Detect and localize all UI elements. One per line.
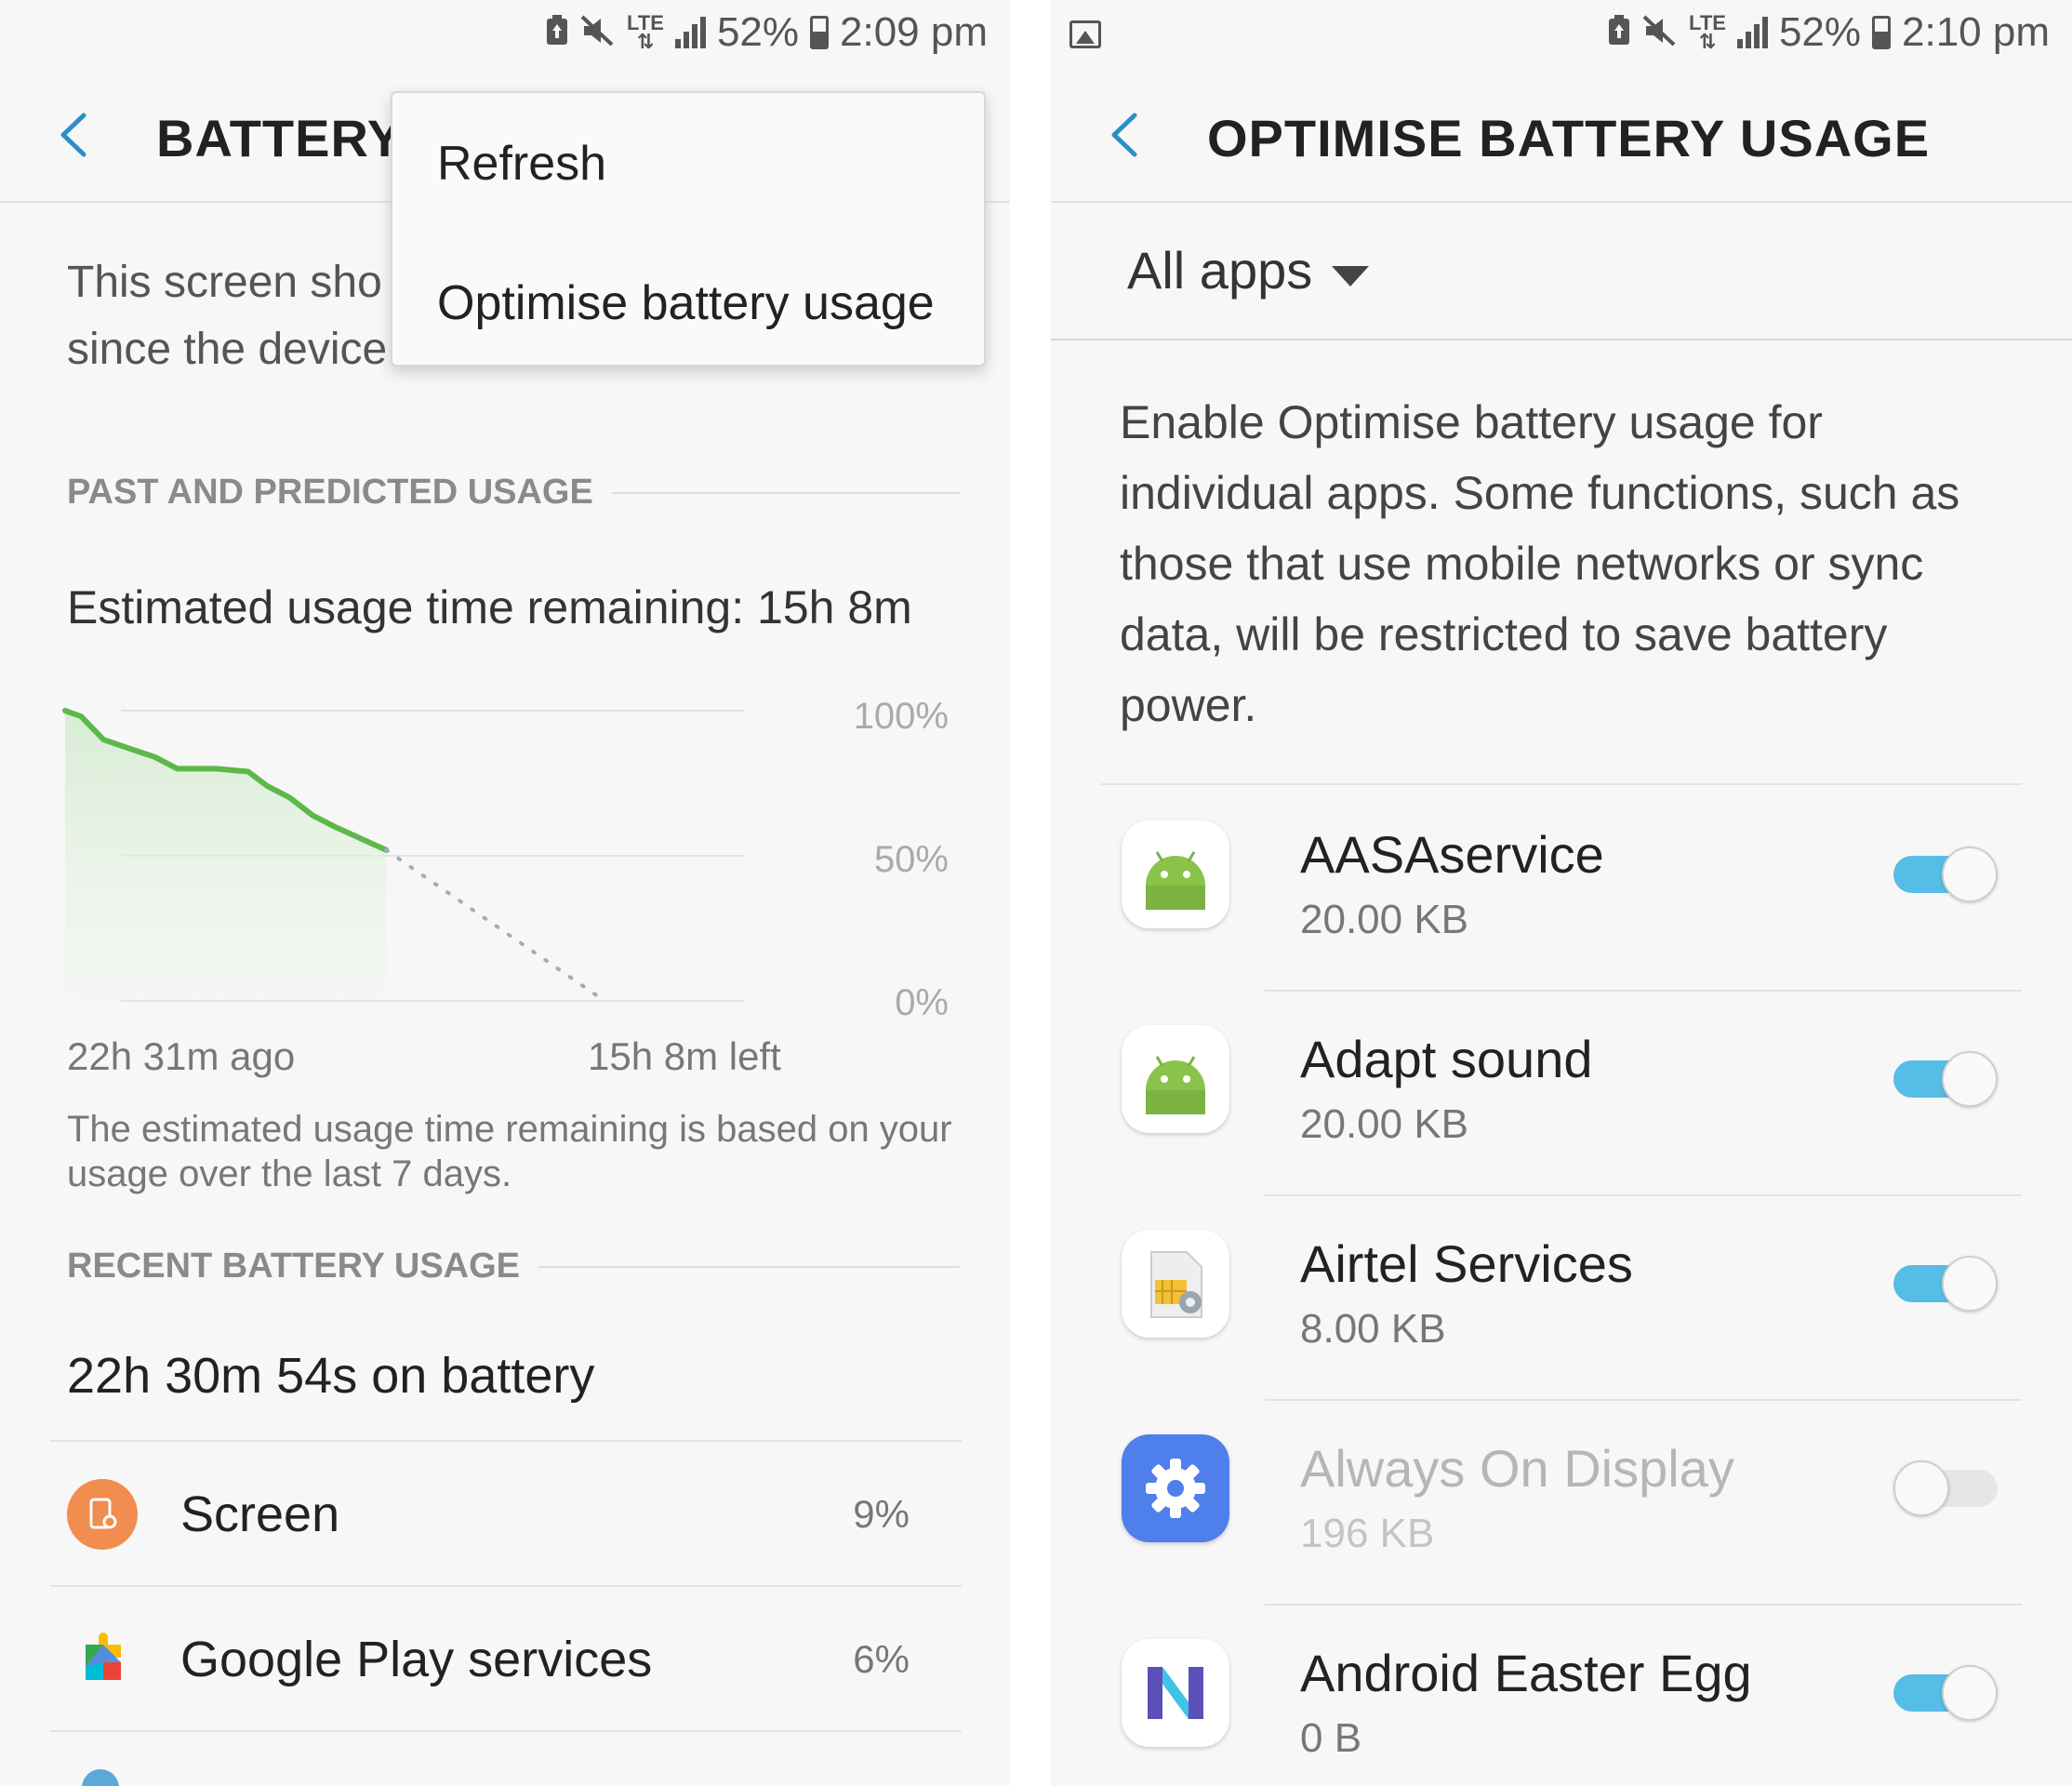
app-row-aasaservice[interactable]: AASAservice 20.00 KB xyxy=(1051,787,2072,992)
signal-icon xyxy=(674,17,706,48)
overflow-menu: Refresh Optimise battery usage xyxy=(391,91,986,367)
usage-percent: 6% xyxy=(853,1637,910,1681)
menu-item-refresh[interactable]: Refresh xyxy=(437,136,606,192)
battery-percent: 52% xyxy=(1778,9,1862,55)
app-bar: OPTIMISE BATTERY USAGE xyxy=(1051,67,2072,203)
app-row-airtel-services[interactable]: Airtel Services 8.00 KB xyxy=(1051,1196,2072,1401)
optimise-toggle[interactable] xyxy=(1893,846,1998,902)
app-size: 20.00 KB xyxy=(1300,897,1469,942)
battery-usage-screen: LTE ⇅ 52% 2:09 pm BATTERY U This screen s… xyxy=(0,0,1010,1786)
predicted-usage-line xyxy=(384,847,606,1003)
chart-note: The estimated usage time remaining is ba… xyxy=(67,1109,952,1194)
clock: 2:10 pm xyxy=(1902,9,2050,55)
y-tick-100: 100% xyxy=(853,696,949,737)
usage-label: Google Play services xyxy=(180,1632,653,1687)
gallery-notification-icon xyxy=(1069,20,1101,48)
usage-percent: 9% xyxy=(853,1492,910,1536)
app-size: 8.00 KB xyxy=(1300,1306,1446,1352)
battery-usage-chart xyxy=(62,708,744,1003)
y-tick-50: 50% xyxy=(873,839,949,880)
optimise-battery-usage-screen: LTE ⇅ 52% 2:10 pm OPTIMISE BATTERY USAGE … xyxy=(1051,0,2072,1786)
app-name: Airtel Services xyxy=(1300,1234,1633,1293)
gear-icon xyxy=(1122,1434,1229,1542)
optimise-toggle[interactable] xyxy=(1893,1256,1998,1312)
lte-icon: LTE ⇅ xyxy=(1689,11,1726,53)
x-label-start: 22h 31m ago xyxy=(67,1034,296,1078)
battery-icon xyxy=(1872,16,1892,49)
optimise-toggle[interactable] xyxy=(1893,1665,1998,1721)
android-n-icon xyxy=(1122,1639,1229,1747)
estimated-time-remaining: Estimated usage time remaining: 15h 8m xyxy=(67,581,912,633)
usage-item-screen[interactable]: Screen 9% xyxy=(50,1442,962,1587)
menu-item-optimise-battery-usage[interactable]: Optimise battery usage xyxy=(437,275,935,331)
battery-saver-icon xyxy=(545,14,569,51)
dropdown-arrow-icon[interactable] xyxy=(1332,266,1369,287)
android-icon xyxy=(1122,820,1229,928)
description-text: Enable Optimise battery usage for indivi… xyxy=(1120,396,1960,731)
google-play-services-icon xyxy=(67,1624,138,1695)
app-size: 0 B xyxy=(1300,1715,1362,1761)
app-row-adapt-sound[interactable]: Adapt sound 20.00 KB xyxy=(1051,992,2072,1196)
back-icon[interactable] xyxy=(1107,112,1144,158)
battery-icon xyxy=(810,16,830,49)
app-name: Android Easter Egg xyxy=(1300,1644,1752,1702)
divider xyxy=(1051,339,2072,340)
app-size: 20.00 KB xyxy=(1300,1101,1469,1147)
android-icon xyxy=(82,1769,119,1786)
status-bar: LTE ⇅ 52% 2:10 pm xyxy=(1051,0,2072,67)
optimise-toggle[interactable] xyxy=(1893,1460,1998,1516)
y-tick-0: 0% xyxy=(895,982,949,1023)
x-label-end: 15h 8m left xyxy=(588,1034,781,1078)
android-icon xyxy=(1122,1025,1229,1133)
sim-toolkit-icon xyxy=(1122,1230,1229,1338)
past-usage-area xyxy=(65,711,387,1001)
recent-usage-section-header: RECENT BATTERY USAGE xyxy=(67,1246,960,1286)
clock: 2:09 pm xyxy=(840,9,988,55)
battery-saver-icon xyxy=(1607,14,1631,51)
lte-icon: LTE ⇅ xyxy=(627,11,664,53)
time-on-battery: 22h 30m 54s on battery xyxy=(67,1348,595,1404)
optimise-toggle[interactable] xyxy=(1893,1051,1998,1107)
status-bar: LTE ⇅ 52% 2:09 pm xyxy=(0,0,1010,67)
app-name: AASAservice xyxy=(1300,825,1604,884)
usage-label: Screen xyxy=(180,1486,340,1542)
usage-item-google-play-services[interactable]: Google Play services 6% xyxy=(50,1587,962,1732)
app-name: Adapt sound xyxy=(1300,1030,1593,1088)
app-filter-dropdown[interactable]: All apps xyxy=(1127,240,1312,300)
page-title: OPTIMISE BATTERY USAGE xyxy=(1207,109,1931,167)
back-icon[interactable] xyxy=(56,112,93,158)
mute-icon xyxy=(580,15,616,51)
divider xyxy=(50,1730,962,1732)
divider xyxy=(1101,783,2022,785)
app-size: 196 KB xyxy=(1300,1511,1435,1556)
app-row-android-easter-egg[interactable]: Android Easter Egg 0 B xyxy=(1051,1606,2072,1786)
battery-percent: 52% xyxy=(716,9,800,55)
app-row-always-on-display[interactable]: Always On Display 196 KB xyxy=(1051,1401,2072,1606)
mute-icon xyxy=(1642,15,1678,51)
screen-icon xyxy=(67,1479,138,1550)
past-usage-section-header: PAST AND PREDICTED USAGE xyxy=(67,473,960,513)
signal-icon xyxy=(1736,17,1768,48)
app-name: Always On Display xyxy=(1300,1439,1734,1498)
